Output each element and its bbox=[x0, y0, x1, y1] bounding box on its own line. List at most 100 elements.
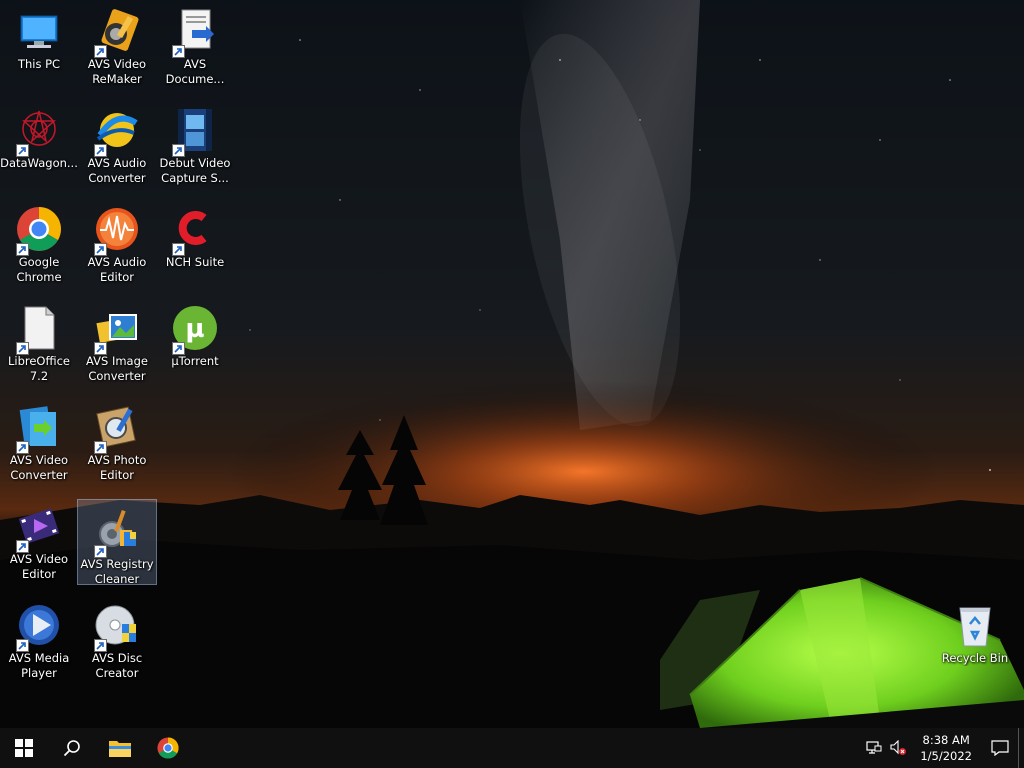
clock-time: 8:38 AM bbox=[922, 733, 970, 747]
shortcut-arrow-icon bbox=[94, 545, 107, 558]
desktop-icon-avs-audio-editor[interactable]: AVS Audio Editor bbox=[78, 198, 156, 284]
google-chrome-icon bbox=[14, 204, 64, 256]
desktop-icon-nch-suite[interactable]: NCH Suite bbox=[156, 198, 234, 282]
icon-label-line1: µTorrent bbox=[171, 354, 219, 368]
icon-label-line2: 7.2 bbox=[29, 369, 49, 383]
avs-image-converter-icon bbox=[92, 303, 142, 355]
desktop-icon-avs-media-player[interactable]: AVS Media Player bbox=[0, 594, 78, 680]
libreoffice-icon bbox=[14, 303, 64, 355]
icon-label-line2: Chrome bbox=[16, 270, 62, 284]
recycle-bin-icon bbox=[950, 600, 1000, 650]
shortcut-arrow-icon bbox=[172, 243, 185, 256]
shortcut-arrow-icon bbox=[172, 45, 185, 58]
icon-label-line2: Player bbox=[21, 666, 57, 680]
icon-label-line1: AVS Disc bbox=[91, 651, 143, 665]
desktop-icon-avs-registry-cleaner[interactable]: AVS Registry Cleaner bbox=[77, 499, 157, 586]
icon-label-line2: Capture S... bbox=[161, 171, 229, 185]
avs-registry-cleaner-icon bbox=[92, 506, 142, 558]
google-chrome-icon bbox=[157, 737, 179, 759]
shortcut-arrow-icon bbox=[172, 342, 185, 355]
shortcut-arrow-icon bbox=[94, 144, 107, 157]
icon-label-line2: Creator bbox=[95, 666, 139, 680]
avs-video-editor-icon bbox=[14, 501, 64, 553]
icon-label-line1: DataWagon... bbox=[0, 156, 78, 170]
icon-label-line1: LibreOffice bbox=[7, 354, 71, 368]
this-pc-icon bbox=[14, 6, 64, 56]
shortcut-arrow-icon bbox=[16, 441, 29, 454]
icon-label-line2: Converter bbox=[88, 171, 146, 185]
desktop-icon-datawagon[interactable]: DataWagon... bbox=[0, 99, 78, 183]
shortcut-arrow-icon bbox=[94, 639, 107, 652]
icon-label-line1: Debut Video bbox=[159, 156, 231, 170]
file-explorer-icon bbox=[109, 741, 131, 757]
desktop-icon-recycle-bin[interactable]: Recycle Bin bbox=[936, 594, 1014, 678]
avs-video-converter-icon bbox=[14, 402, 64, 454]
desktop-icon-avs-disc-creator[interactable]: AVS Disc Creator bbox=[78, 594, 156, 680]
search-icon bbox=[63, 740, 80, 757]
icon-label-line1: AVS Video bbox=[9, 453, 69, 467]
avs-audio-editor-icon bbox=[92, 204, 142, 256]
icon-label-line2: Converter bbox=[10, 468, 68, 482]
desktop-icon-avs-video-converter[interactable]: AVS Video Converter bbox=[0, 396, 78, 482]
icon-label-line1: AVS Video bbox=[9, 552, 69, 566]
icon-label-line1: This PC bbox=[17, 57, 61, 71]
avs-disc-creator-icon bbox=[92, 600, 142, 652]
network-icon bbox=[866, 741, 882, 754]
show-desktop-button[interactable] bbox=[1018, 728, 1024, 768]
icon-label-line2: Editor bbox=[99, 270, 135, 284]
volume-muted-icon bbox=[890, 740, 907, 755]
icon-label-line1: AVS bbox=[183, 57, 207, 71]
desktop-icon-avs-image-converter[interactable]: AVS Image Converter bbox=[78, 297, 156, 383]
icon-label-line2: Editor bbox=[99, 468, 135, 482]
icon-label-line1: AVS Audio bbox=[87, 156, 147, 170]
shortcut-arrow-icon bbox=[94, 45, 107, 58]
desktop-icon-utorrent[interactable]: µ µTorrent bbox=[156, 297, 234, 381]
start-button[interactable] bbox=[0, 728, 48, 768]
avs-video-remaker-icon bbox=[92, 6, 142, 58]
shortcut-arrow-icon bbox=[94, 243, 107, 256]
action-center-button[interactable] bbox=[982, 728, 1018, 768]
action-center-icon bbox=[991, 740, 1009, 756]
icon-label-line2: Docume... bbox=[165, 72, 225, 86]
desktop-icon-google-chrome[interactable]: Google Chrome bbox=[0, 198, 78, 284]
icon-label-line2: Cleaner bbox=[94, 572, 140, 586]
shortcut-arrow-icon bbox=[94, 342, 107, 355]
network-tray-button[interactable] bbox=[862, 728, 886, 768]
icon-label-line1: AVS Image bbox=[86, 354, 148, 368]
shortcut-arrow-icon bbox=[16, 639, 29, 652]
utorrent-icon: µ bbox=[170, 303, 220, 355]
desktop-icon-this-pc[interactable]: This PC bbox=[0, 0, 78, 84]
desktop-icon-avs-video-remaker[interactable]: AVS Video ReMaker bbox=[78, 0, 156, 86]
desktop-icon-libreoffice[interactable]: LibreOffice 7.2 bbox=[0, 297, 78, 383]
avs-photo-editor-icon bbox=[92, 402, 142, 454]
taskbar: 8:38 AM 1/5/2022 bbox=[0, 728, 1024, 768]
icon-label-line2: ReMaker bbox=[92, 72, 142, 86]
desktop-icon-avs-audio-converter[interactable]: AVS Audio Converter bbox=[78, 99, 156, 185]
icon-label-line1: AVS Registry bbox=[80, 557, 154, 571]
avs-document-converter-icon bbox=[170, 6, 220, 58]
chrome-taskbar-button[interactable] bbox=[144, 728, 192, 768]
volume-tray-button[interactable] bbox=[886, 728, 910, 768]
shortcut-arrow-icon bbox=[16, 243, 29, 256]
shortcut-arrow-icon bbox=[16, 540, 29, 553]
desktop-icon-debut-video-capture[interactable]: Debut Video Capture S... bbox=[156, 99, 234, 185]
icon-label-line1: AVS Photo bbox=[87, 453, 147, 467]
icon-label-line1: Google bbox=[18, 255, 60, 269]
search-button[interactable] bbox=[48, 728, 96, 768]
desktop-icon-avs-photo-editor[interactable]: AVS Photo Editor bbox=[78, 396, 156, 482]
desktop-icon-avs-document-converter[interactable]: AVS Docume... bbox=[156, 0, 234, 86]
icon-label-line2: Editor bbox=[21, 567, 57, 581]
avs-audio-converter-icon bbox=[92, 105, 142, 157]
shortcut-arrow-icon bbox=[94, 441, 107, 454]
file-explorer-button[interactable] bbox=[96, 728, 144, 768]
taskbar-clock[interactable]: 8:38 AM 1/5/2022 bbox=[910, 732, 982, 764]
windows-start-icon bbox=[15, 739, 33, 757]
desktop-icon-avs-video-editor[interactable]: AVS Video Editor bbox=[0, 495, 78, 581]
datawagon-icon bbox=[14, 105, 64, 157]
avs-media-player-icon bbox=[14, 600, 64, 652]
clock-date: 1/5/2022 bbox=[920, 749, 972, 763]
shortcut-arrow-icon bbox=[16, 342, 29, 355]
debut-video-capture-icon bbox=[170, 105, 220, 157]
icon-label-line1: AVS Video bbox=[87, 57, 147, 71]
shortcut-arrow-icon bbox=[172, 144, 185, 157]
